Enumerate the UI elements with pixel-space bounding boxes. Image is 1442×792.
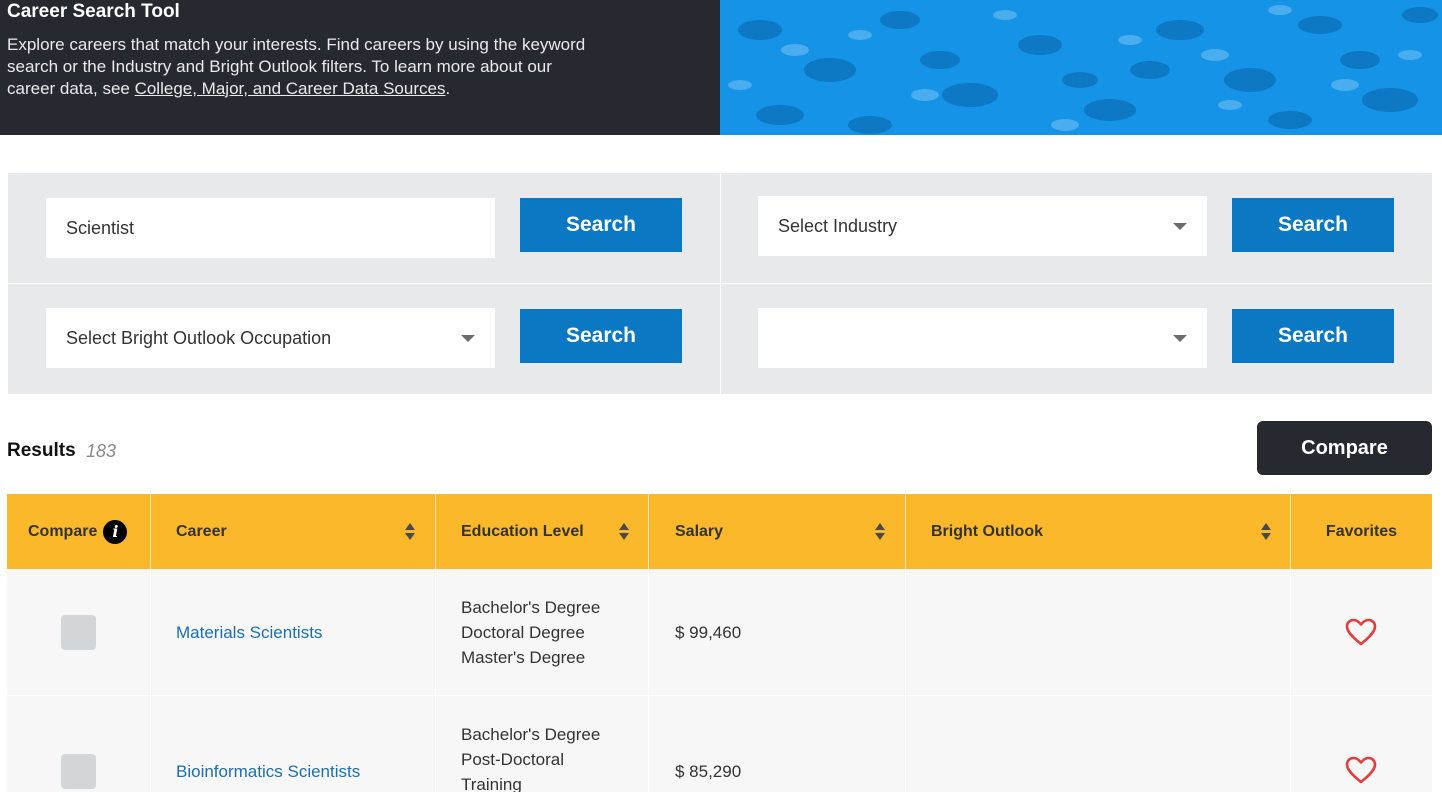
header-divider bbox=[150, 494, 151, 569]
table-row: Bioinformatics Scientists Bachelor's Deg… bbox=[7, 696, 1432, 792]
caret-down-icon bbox=[1173, 335, 1187, 342]
hero-description: Explore careers that match your interest… bbox=[7, 34, 587, 100]
education-levels: Bachelor's Degree Post-Doctoral Training bbox=[461, 722, 600, 792]
bright-outlook-column-label: Bright Outlook bbox=[931, 522, 1043, 540]
header-divider bbox=[435, 494, 436, 569]
column-divider bbox=[435, 696, 436, 792]
column-divider bbox=[905, 569, 906, 695]
column-header-bright-outlook[interactable]: Bright Outlook bbox=[931, 494, 1281, 569]
education-level: Bachelor's Degree bbox=[461, 598, 601, 617]
column-divider bbox=[905, 696, 906, 792]
career-column-label: Career bbox=[176, 522, 227, 540]
hero-description-end: . bbox=[445, 79, 451, 98]
column-divider bbox=[150, 696, 151, 792]
page-title: Career Search Tool bbox=[7, 1, 180, 22]
compare-button[interactable]: Compare bbox=[1257, 421, 1432, 475]
column-divider bbox=[648, 569, 649, 695]
column-header-compare: Compare i bbox=[28, 494, 153, 569]
info-icon[interactable]: i bbox=[103, 519, 128, 544]
secondary-search-button[interactable]: Search bbox=[1232, 309, 1394, 363]
career-link[interactable]: Bioinformatics Scientists bbox=[176, 762, 360, 782]
bright-outlook-search-button[interactable]: Search bbox=[520, 309, 682, 363]
career-link[interactable]: Materials Scientists bbox=[176, 623, 322, 643]
salary-column-label: Salary bbox=[675, 522, 724, 540]
compare-checkbox[interactable] bbox=[61, 754, 96, 789]
search-filters-panel: Scientist Search Select Industry Search … bbox=[8, 173, 1432, 394]
caret-down-icon bbox=[1173, 223, 1187, 230]
heart-icon[interactable] bbox=[1345, 618, 1377, 646]
hero-banner: Career Search Tool Explore careers that … bbox=[0, 0, 1442, 135]
column-divider bbox=[1290, 569, 1291, 695]
header-divider bbox=[648, 494, 649, 569]
secondary-select[interactable] bbox=[758, 308, 1207, 368]
sort-icon[interactable] bbox=[405, 523, 415, 540]
column-divider bbox=[648, 696, 649, 792]
sort-icon[interactable] bbox=[619, 523, 629, 540]
column-divider bbox=[1290, 696, 1291, 792]
education-level: Doctoral Degree bbox=[461, 623, 585, 642]
keyword-search-button[interactable]: Search bbox=[520, 198, 682, 252]
results-label: Results bbox=[7, 440, 76, 461]
industry-select[interactable]: Select Industry bbox=[758, 196, 1207, 256]
data-sources-link[interactable]: College, Major, and Career Data Sources bbox=[135, 79, 446, 98]
header-divider bbox=[905, 494, 906, 569]
table-header: Compare i Career Education Level Salary … bbox=[7, 494, 1432, 569]
education-level: Master's Degree bbox=[461, 648, 586, 667]
industry-select-value: Select Industry bbox=[778, 215, 898, 236]
education-levels: Bachelor's Degree Doctoral Degree Master… bbox=[461, 595, 600, 670]
compare-checkbox[interactable] bbox=[61, 615, 96, 650]
column-divider bbox=[435, 569, 436, 695]
caret-down-icon bbox=[461, 335, 475, 342]
keyword-search-value: Scientist bbox=[66, 217, 135, 238]
filters-horizontal-divider bbox=[8, 283, 1432, 284]
graduates-pattern bbox=[720, 0, 1442, 135]
column-header-salary[interactable]: Salary bbox=[675, 494, 905, 569]
education-level: Training bbox=[461, 775, 522, 792]
education-level: Bachelor's Degree bbox=[461, 725, 601, 744]
column-divider bbox=[150, 569, 151, 695]
hero-graduates-image bbox=[720, 0, 1442, 135]
heart-icon[interactable] bbox=[1345, 756, 1377, 784]
keyword-search-input[interactable]: Scientist bbox=[46, 198, 495, 258]
column-header-favorites: Favorites bbox=[1291, 494, 1432, 569]
bright-outlook-select-value: Select Bright Outlook Occupation bbox=[66, 327, 332, 348]
hero-text-panel: Career Search Tool Explore careers that … bbox=[0, 0, 720, 135]
education-level: Post-Doctoral bbox=[461, 750, 564, 769]
compare-column-label: Compare bbox=[28, 522, 98, 540]
industry-search-button[interactable]: Search bbox=[1232, 198, 1394, 252]
sort-icon[interactable] bbox=[875, 523, 885, 540]
education-column-label: Education Level bbox=[461, 522, 584, 540]
results-count: 183 bbox=[86, 441, 117, 461]
bright-outlook-select[interactable]: Select Bright Outlook Occupation bbox=[46, 308, 495, 368]
salary-value: $ 99,460 bbox=[675, 623, 742, 642]
table-row: Materials Scientists Bachelor's Degree D… bbox=[7, 569, 1432, 695]
favorites-column-label: Favorites bbox=[1325, 522, 1398, 540]
sort-icon[interactable] bbox=[1261, 523, 1271, 540]
salary-value: $ 85,290 bbox=[675, 762, 742, 781]
column-header-career[interactable]: Career bbox=[176, 494, 436, 569]
